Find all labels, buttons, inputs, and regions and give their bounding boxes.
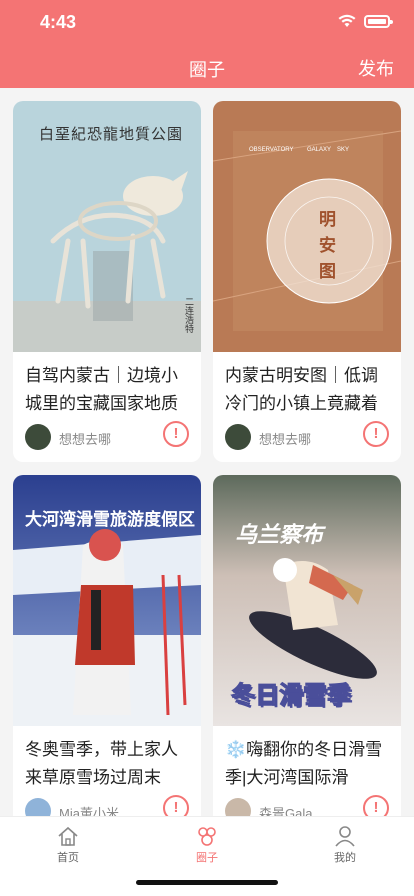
exclamation-circle-icon[interactable]: ! <box>163 795 189 816</box>
page-title: 圈子 <box>189 60 225 80</box>
post-image[interactable]: OBSERVATORY GALAXY SKY 明 安 图 <box>213 101 401 352</box>
user-icon <box>335 826 355 847</box>
post-card[interactable]: 大河湾滑雪旅游度假区 冬奥雪季，带上家人来草原雪场过周末 Mia董小米 ! <box>13 475 201 816</box>
post-image[interactable]: 白堊紀恐龍地質公園 二连浩特 <box>13 101 201 352</box>
image-caption: 二连浩特 <box>184 297 194 333</box>
tab-label: 首页 <box>57 852 79 864</box>
post-footer: Mia董小米 ! <box>13 792 201 816</box>
post-footer: 想想去哪 ! <box>213 418 401 458</box>
image-caption: OBSERVATORY <box>249 147 294 153</box>
publish-button[interactable]: 发布 <box>358 55 394 81</box>
exclamation-circle-icon[interactable]: ! <box>363 421 389 447</box>
post-title[interactable]: 自驾内蒙古｜边境小城里的宝藏国家地质 <box>13 352 201 418</box>
tab-home[interactable]: 首页 <box>28 825 108 865</box>
post-card[interactable]: OBSERVATORY GALAXY SKY 明 安 图 内蒙古明安图｜低调冷门… <box>213 101 401 462</box>
post-footer: 想想去哪 ! <box>13 418 201 458</box>
image-caption: 白堊紀恐龍地質公園 <box>39 125 184 143</box>
avatar[interactable] <box>225 424 251 450</box>
status-time: 4:43 <box>40 12 77 32</box>
post-title[interactable]: ❄️嗨翻你的冬日滑雪季|大河湾国际滑 <box>213 726 401 792</box>
post-feed[interactable]: 白堊紀恐龍地質公園 二连浩特 自驾内蒙古｜边境小城里的宝藏国家地质 想想去哪 !… <box>0 88 414 816</box>
tab-mine[interactable]: 我的 <box>305 825 385 865</box>
image-caption: 图 <box>319 262 336 281</box>
post-image[interactable]: 乌兰察布 冬日滑雪季 <box>213 475 401 726</box>
tab-label: 我的 <box>334 852 356 864</box>
image-caption: 冬日滑雪季 <box>231 682 352 710</box>
avatar[interactable] <box>25 798 51 816</box>
battery-icon <box>364 14 393 28</box>
exclamation-circle-icon[interactable]: ! <box>363 795 389 816</box>
home-icon <box>58 826 78 846</box>
post-title[interactable]: 冬奥雪季，带上家人来草原雪场过周末 <box>13 726 201 792</box>
post-card[interactable]: 乌兰察布 冬日滑雪季 ❄️嗨翻你的冬日滑雪季|大河湾国际滑 森景Gala ! <box>213 475 401 816</box>
post-footer: 森景Gala ! <box>213 792 401 816</box>
author-name[interactable]: Mia董小米 <box>59 803 119 816</box>
tab-label: 圈子 <box>196 852 218 864</box>
image-caption: GALAXY <box>307 147 332 153</box>
image-caption: 安 <box>319 236 336 255</box>
avatar[interactable] <box>25 424 51 450</box>
author-name[interactable]: 想想去哪 <box>259 429 311 448</box>
status-icons <box>338 14 393 28</box>
post-card[interactable]: 白堊紀恐龍地質公園 二连浩特 自驾内蒙古｜边境小城里的宝藏国家地质 想想去哪 ! <box>13 101 201 462</box>
app-header: 4:43 圈子 发布 <box>0 0 414 88</box>
image-caption: 明 <box>319 210 336 229</box>
author-name[interactable]: 想想去哪 <box>59 429 111 448</box>
home-indicator <box>136 880 278 885</box>
author-name[interactable]: 森景Gala <box>259 803 312 816</box>
wifi-icon <box>338 14 356 27</box>
circle-group-icon <box>198 827 216 846</box>
post-image[interactable]: 大河湾滑雪旅游度假区 <box>13 475 201 726</box>
image-caption: SKY <box>337 147 350 153</box>
exclamation-circle-icon[interactable]: ! <box>163 421 189 447</box>
avatar[interactable] <box>225 798 251 816</box>
tab-circle[interactable]: 圈子 <box>167 825 247 865</box>
image-caption: 乌兰察布 <box>235 522 324 547</box>
image-caption: 大河湾滑雪旅游度假区 <box>25 510 195 529</box>
post-title[interactable]: 内蒙古明安图｜低调冷门的小镇上竟藏着 <box>213 352 401 418</box>
